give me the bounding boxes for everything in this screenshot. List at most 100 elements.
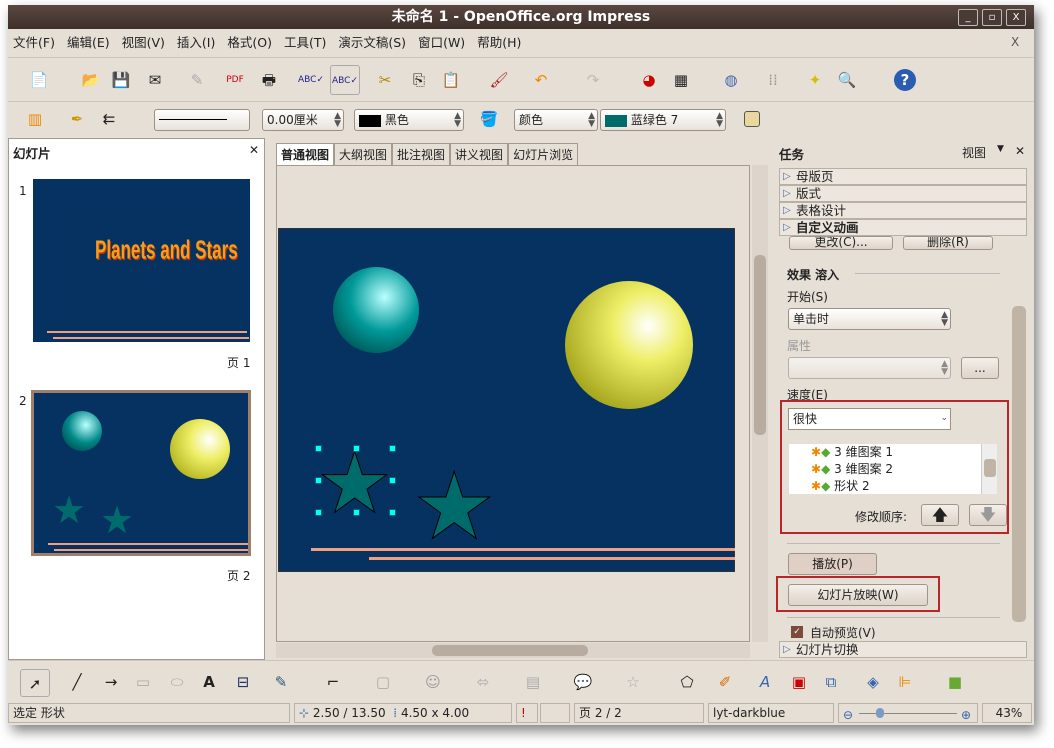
animation-list[interactable]: ✱◆ 3 维图案 1 ✱◆ 3 维图案 2 ✱◆ 形状 2 xyxy=(789,444,997,494)
fontwork-icon[interactable]: A xyxy=(754,671,776,693)
area-icon[interactable]: 🪣 xyxy=(478,108,500,130)
print-icon[interactable]: 🖶 xyxy=(258,69,280,91)
paste-icon[interactable]: 📋 xyxy=(440,69,462,91)
zoom-in-icon[interactable]: ⊕ xyxy=(961,706,971,724)
rectangle-icon[interactable]: ▭ xyxy=(132,671,154,693)
line-tool-icon[interactable]: ╱ xyxy=(66,671,88,693)
glue-points-icon[interactable]: ▥ xyxy=(24,108,46,130)
basic-shapes-icon[interactable]: ▢ xyxy=(372,671,394,693)
copy-icon[interactable]: ⎘ xyxy=(408,69,430,91)
area-style-select[interactable]: 颜色 ▲ ▼ xyxy=(514,109,598,131)
points-icon[interactable]: ⬠ xyxy=(676,671,698,693)
scroll-thumb[interactable] xyxy=(754,255,766,435)
effects-icon[interactable]: ✦ xyxy=(804,69,826,91)
tab-handout[interactable]: 讲义视图 xyxy=(450,143,509,165)
select-icon[interactable]: ➚ xyxy=(20,669,50,697)
cut-icon[interactable]: ✂ xyxy=(374,69,396,91)
chevron-down-icon[interactable]: ▼ xyxy=(997,144,1004,154)
zoom-icon[interactable]: 🔍 xyxy=(836,69,858,91)
arrange-icon[interactable]: ■ xyxy=(944,671,966,693)
shadow-icon[interactable] xyxy=(744,111,760,127)
navigator-icon[interactable]: ◍ xyxy=(720,69,742,91)
image-icon[interactable]: ▣ xyxy=(788,671,810,693)
slide-thumbnail-1[interactable]: Planets and Stars xyxy=(33,179,250,342)
slide-canvas[interactable]: ★ ★ xyxy=(276,165,750,642)
slides-pane-close-icon[interactable]: ✕ xyxy=(249,143,259,157)
document-modified-icon[interactable]: ! xyxy=(516,703,538,723)
line-width-input[interactable]: 0.00厘米 ▲ ▼ xyxy=(262,109,344,131)
undo-icon[interactable]: ↶ xyxy=(530,69,552,91)
align-icon[interactable]: ⊫ xyxy=(894,671,916,693)
property-options-button[interactable]: ... xyxy=(961,357,999,379)
property-select[interactable]: ▲ ▼ xyxy=(788,357,951,379)
remove-button[interactable]: 删除(R) xyxy=(903,236,993,250)
line-icon[interactable]: ✒ xyxy=(66,108,88,130)
minimize-button[interactable]: _ xyxy=(958,9,978,26)
slide-thumbnail-2[interactable]: ★ ★ xyxy=(31,390,251,556)
callouts-icon[interactable]: 💬 xyxy=(572,671,594,693)
connector-icon[interactable]: ⌐ xyxy=(322,671,344,693)
vertical-text-icon[interactable]: ⊟ xyxy=(232,671,254,693)
chart-icon[interactable]: ◕ xyxy=(638,69,660,91)
spellcheck-icon[interactable]: ABC✓ xyxy=(298,69,324,91)
star-shape[interactable]: ★ xyxy=(412,460,495,553)
list-item[interactable]: ✱◆ 3 维图案 1 xyxy=(789,444,997,461)
section-table-design[interactable]: 表格设计 xyxy=(779,202,1027,219)
menu-slideshow[interactable]: 演示文稿(S) xyxy=(338,31,406,55)
menu-edit[interactable]: 编辑(E) xyxy=(67,31,110,55)
section-slide-transition[interactable]: 幻灯片切换 xyxy=(779,641,1027,658)
line-color-select[interactable]: 黑色 ▲ ▼ xyxy=(354,109,464,131)
section-custom-animation[interactable]: 自定义动画 xyxy=(779,219,1027,236)
export-pdf-icon[interactable]: PDF xyxy=(224,69,246,91)
flowchart-icon[interactable]: ▤ xyxy=(522,671,544,693)
open-icon[interactable]: 📂 xyxy=(80,69,102,91)
horizontal-scrollbar[interactable] xyxy=(276,643,750,658)
menu-window[interactable]: 窗口(W) xyxy=(418,31,465,55)
extrusion-icon[interactable]: ◈ xyxy=(862,671,884,693)
menu-view[interactable]: 视图(V) xyxy=(122,31,165,55)
close-button[interactable]: X xyxy=(1006,9,1026,26)
task-pane-close-icon[interactable]: ✕ xyxy=(1015,144,1025,158)
menu-help[interactable]: 帮助(H) xyxy=(477,31,521,55)
menu-file[interactable]: 文件(F) xyxy=(13,31,55,55)
slideshow-button[interactable]: 幻灯片放映(W) xyxy=(788,584,928,606)
table-icon[interactable]: ▦ xyxy=(670,69,692,91)
edit-file-icon[interactable]: ✎ xyxy=(186,69,208,91)
section-layouts[interactable]: 版式 xyxy=(779,185,1027,202)
arrow-tool-icon[interactable]: → xyxy=(100,671,122,693)
scroll-thumb[interactable] xyxy=(1012,306,1026,622)
symbol-shapes-icon[interactable]: ☺ xyxy=(422,671,444,693)
help-icon[interactable]: ? xyxy=(894,69,916,91)
speed-select[interactable]: 很快 ⌄ xyxy=(788,408,951,430)
arrow-style-icon[interactable]: ⇇ xyxy=(98,108,120,130)
gallery-icon[interactable]: ⧉ xyxy=(820,671,842,693)
zoom-out-icon[interactable]: ⊖ xyxy=(843,706,853,724)
current-slide[interactable]: ★ ★ xyxy=(278,228,735,572)
scroll-thumb[interactable] xyxy=(432,645,588,656)
grid-icon[interactable]: ⁞⁞ xyxy=(762,69,784,91)
list-scrollbar[interactable] xyxy=(981,444,997,494)
move-down-button[interactable]: 🡇 xyxy=(969,504,1007,526)
ellipse-icon[interactable]: ⬭ xyxy=(166,671,188,693)
zoom-slider[interactable]: ⊖ ⊕ xyxy=(838,703,978,723)
sphere-teal[interactable] xyxy=(333,267,419,353)
email-icon[interactable]: ✉ xyxy=(144,69,166,91)
redo-icon[interactable]: ↷ xyxy=(582,69,604,91)
curve-icon[interactable]: ✎ xyxy=(270,671,292,693)
glue-icon[interactable]: ✐ xyxy=(714,671,736,693)
stars-icon[interactable]: ☆ xyxy=(622,671,644,693)
list-item[interactable]: ✱◆ 形状 2 xyxy=(789,478,997,494)
new-icon[interactable]: 📄 xyxy=(28,69,50,91)
maximize-button[interactable]: ▫ xyxy=(982,9,1002,26)
line-style-select[interactable] xyxy=(154,109,250,131)
list-item[interactable]: ✱◆ 3 维图案 2 xyxy=(789,461,997,478)
status-zoom[interactable]: 43% xyxy=(982,703,1032,723)
task-pane-scrollbar[interactable] xyxy=(1011,236,1027,636)
zoom-slider-thumb[interactable] xyxy=(875,708,884,718)
autospellcheck-icon[interactable]: ABC✓ xyxy=(330,65,360,95)
menu-format[interactable]: 格式(O) xyxy=(227,31,272,55)
tab-normal[interactable]: 普通视图 xyxy=(276,143,335,165)
text-icon[interactable]: A xyxy=(198,671,220,693)
document-close-button[interactable]: X xyxy=(1011,35,1019,49)
status-signature[interactable] xyxy=(540,703,570,723)
